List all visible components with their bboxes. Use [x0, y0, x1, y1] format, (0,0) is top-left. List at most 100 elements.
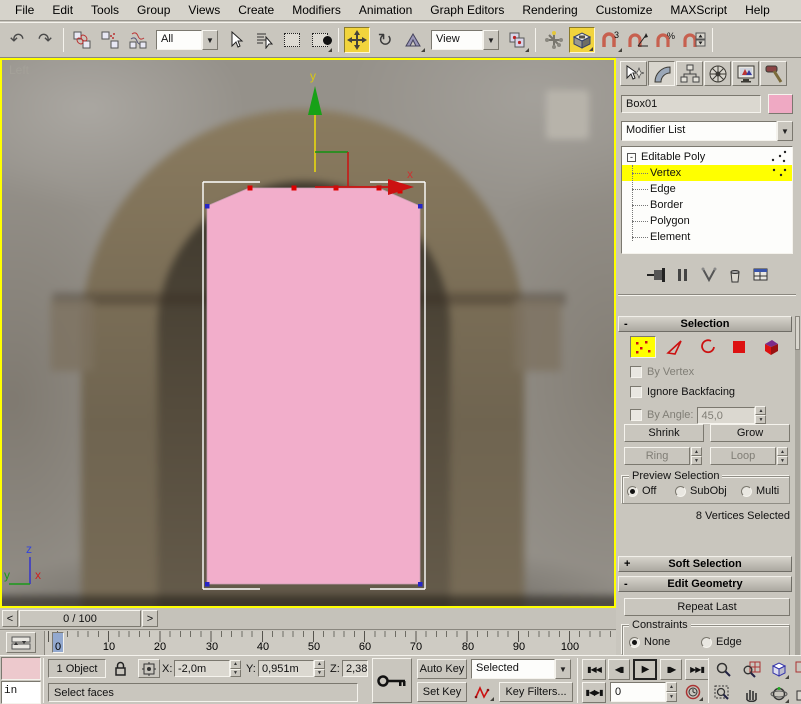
- loop-button[interactable]: Loop: [710, 447, 776, 465]
- set-keys-button[interactable]: [372, 658, 412, 703]
- ring-spinner[interactable]: ▲▼: [691, 447, 702, 465]
- menu-animation[interactable]: Animation: [350, 1, 421, 19]
- soft-selection-rollout-header[interactable]: + Soft Selection: [618, 556, 792, 572]
- preview-subobj-radio[interactable]: SubObj: [675, 485, 727, 497]
- snaps-toggle-button[interactable]: [569, 27, 595, 53]
- tab-motion[interactable]: [704, 61, 731, 86]
- undo-button[interactable]: ↶: [4, 27, 30, 53]
- polygon-mode-button[interactable]: [726, 336, 752, 358]
- set-key-button[interactable]: Set Key: [417, 682, 467, 702]
- stack-row-border[interactable]: Border: [622, 197, 792, 213]
- pan-button[interactable]: [740, 682, 762, 704]
- menu-tools[interactable]: Tools: [82, 1, 128, 19]
- select-and-scale-button[interactable]: [400, 27, 426, 53]
- modifier-list-arrow[interactable]: ▼: [777, 121, 793, 141]
- select-and-rotate-button[interactable]: ↻: [372, 27, 398, 53]
- key-filters-button[interactable]: Key Filters...: [499, 682, 573, 702]
- pin-stack-button[interactable]: [646, 267, 666, 283]
- stack-row-polygon[interactable]: Polygon: [622, 213, 792, 229]
- rectangular-selection-region-button[interactable]: [279, 27, 305, 53]
- vertex-mode-button[interactable]: [630, 336, 656, 358]
- play-animation-button[interactable]: ▶: [633, 659, 657, 680]
- selection-lock-button[interactable]: [110, 659, 130, 678]
- zoom-region-button[interactable]: [712, 682, 734, 704]
- auto-key-button[interactable]: Auto Key: [417, 659, 467, 679]
- menu-create[interactable]: Create: [229, 1, 283, 19]
- menu-maxscript[interactable]: MAXScript: [661, 1, 736, 19]
- by-angle-checkbox[interactable]: [630, 409, 642, 421]
- use-pivot-point-center-button[interactable]: [504, 27, 530, 53]
- go-to-start-button[interactable]: ▮◀◀: [582, 659, 606, 680]
- mini-listener-macro-pane[interactable]: [1, 657, 41, 680]
- stack-row-element[interactable]: Element: [622, 229, 792, 245]
- select-and-manipulate-button[interactable]: [541, 27, 567, 53]
- key-mode-arrow[interactable]: ▼: [555, 659, 571, 679]
- shrink-button[interactable]: Shrink: [624, 424, 704, 442]
- selection-rollout-header[interactable]: - Selection: [618, 316, 792, 332]
- x-coord-field[interactable]: -2,0m: [174, 660, 230, 677]
- constraints-none-radio[interactable]: None: [629, 636, 670, 648]
- previous-frame-button[interactable]: ◀▮: [608, 659, 630, 680]
- next-frame-button[interactable]: ▮▶: [660, 659, 682, 680]
- loop-spinner[interactable]: ▲▼: [777, 447, 788, 465]
- x-coord-spinner[interactable]: ▲▼: [230, 660, 241, 677]
- y-coord-field[interactable]: 0,951m: [258, 660, 314, 677]
- tab-hierarchy[interactable]: [676, 61, 703, 86]
- panel-scrollbar[interactable]: [795, 316, 800, 655]
- modifier-stack[interactable]: - Editable Poly Vertex Edge Border Polyg…: [621, 146, 793, 254]
- configure-modifier-sets-icon[interactable]: [752, 267, 770, 283]
- menu-rendering[interactable]: Rendering: [513, 1, 586, 19]
- menu-edit[interactable]: Edit: [43, 1, 82, 19]
- preview-multi-radio[interactable]: Multi: [741, 485, 779, 497]
- constraints-edge-radio[interactable]: Edge: [701, 636, 742, 648]
- spinner-snap-toggle-button[interactable]: [681, 27, 707, 53]
- time-slider-next-button[interactable]: >: [142, 610, 158, 627]
- edge-mode-button[interactable]: [662, 336, 688, 358]
- selection-filter-dropdown[interactable]: All ▼: [156, 30, 218, 50]
- unlink-selection-button[interactable]: [97, 27, 123, 53]
- key-mode-dropdown[interactable]: Selected ▼: [471, 659, 571, 679]
- object-color-swatch[interactable]: [768, 94, 793, 114]
- grow-button[interactable]: Grow: [710, 424, 790, 442]
- window-crossing-toggle-button[interactable]: [307, 27, 333, 53]
- menu-graph-editors[interactable]: Graph Editors: [421, 1, 513, 19]
- editable-poly-object[interactable]: [207, 188, 420, 584]
- frame-spinner[interactable]: ▲▼: [666, 682, 677, 702]
- y-coord-spinner[interactable]: ▲▼: [314, 660, 325, 677]
- border-mode-button[interactable]: [694, 336, 720, 358]
- menu-group[interactable]: Group: [128, 1, 179, 19]
- tab-modify[interactable]: [648, 61, 675, 86]
- mini-listener-pane[interactable]: in: [1, 681, 41, 704]
- menu-views[interactable]: Views: [179, 1, 229, 19]
- default-in-out-tangents-button[interactable]: [471, 682, 495, 702]
- collapse-box[interactable]: -: [627, 153, 636, 162]
- zoom-button[interactable]: [712, 658, 734, 680]
- zoom-extents-button[interactable]: [768, 658, 790, 680]
- open-mini-curve-editor-button[interactable]: [6, 632, 36, 653]
- transform-gizmo[interactable]: y x: [308, 69, 414, 195]
- time-configuration-button[interactable]: [682, 682, 704, 702]
- coordsys-arrow[interactable]: ▼: [483, 30, 499, 50]
- zoom-all-button[interactable]: [740, 658, 762, 680]
- select-and-link-button[interactable]: [69, 27, 95, 53]
- ring-button[interactable]: Ring: [624, 447, 690, 465]
- menu-help[interactable]: Help: [736, 1, 779, 19]
- menu-modifiers[interactable]: Modifiers: [283, 1, 350, 19]
- repeat-last-button[interactable]: Repeat Last: [624, 598, 790, 616]
- tab-utilities[interactable]: [760, 61, 787, 86]
- reference-coordsys-dropdown[interactable]: View ▼: [431, 30, 499, 50]
- angle-snap-3-button[interactable]: 3: [597, 27, 623, 53]
- object-name-field[interactable]: Box01: [621, 95, 761, 113]
- time-slider-prev-button[interactable]: <: [2, 610, 18, 627]
- selection-filter-arrow[interactable]: ▼: [202, 30, 218, 50]
- panel-scrollbar-thumb[interactable]: [795, 316, 800, 350]
- element-mode-button[interactable]: [758, 336, 784, 358]
- viewport-label[interactable]: Left: [9, 63, 29, 77]
- absolute-offset-toggle-button[interactable]: [138, 659, 160, 678]
- stack-row-editable-poly[interactable]: - Editable Poly: [622, 149, 792, 165]
- maximize-viewport-toggle-button[interactable]: [793, 682, 801, 704]
- show-end-result-icon[interactable]: [676, 267, 690, 283]
- tab-create[interactable]: [620, 61, 647, 86]
- stack-row-edge[interactable]: Edge: [622, 181, 792, 197]
- preview-off-radio[interactable]: Off: [627, 485, 656, 497]
